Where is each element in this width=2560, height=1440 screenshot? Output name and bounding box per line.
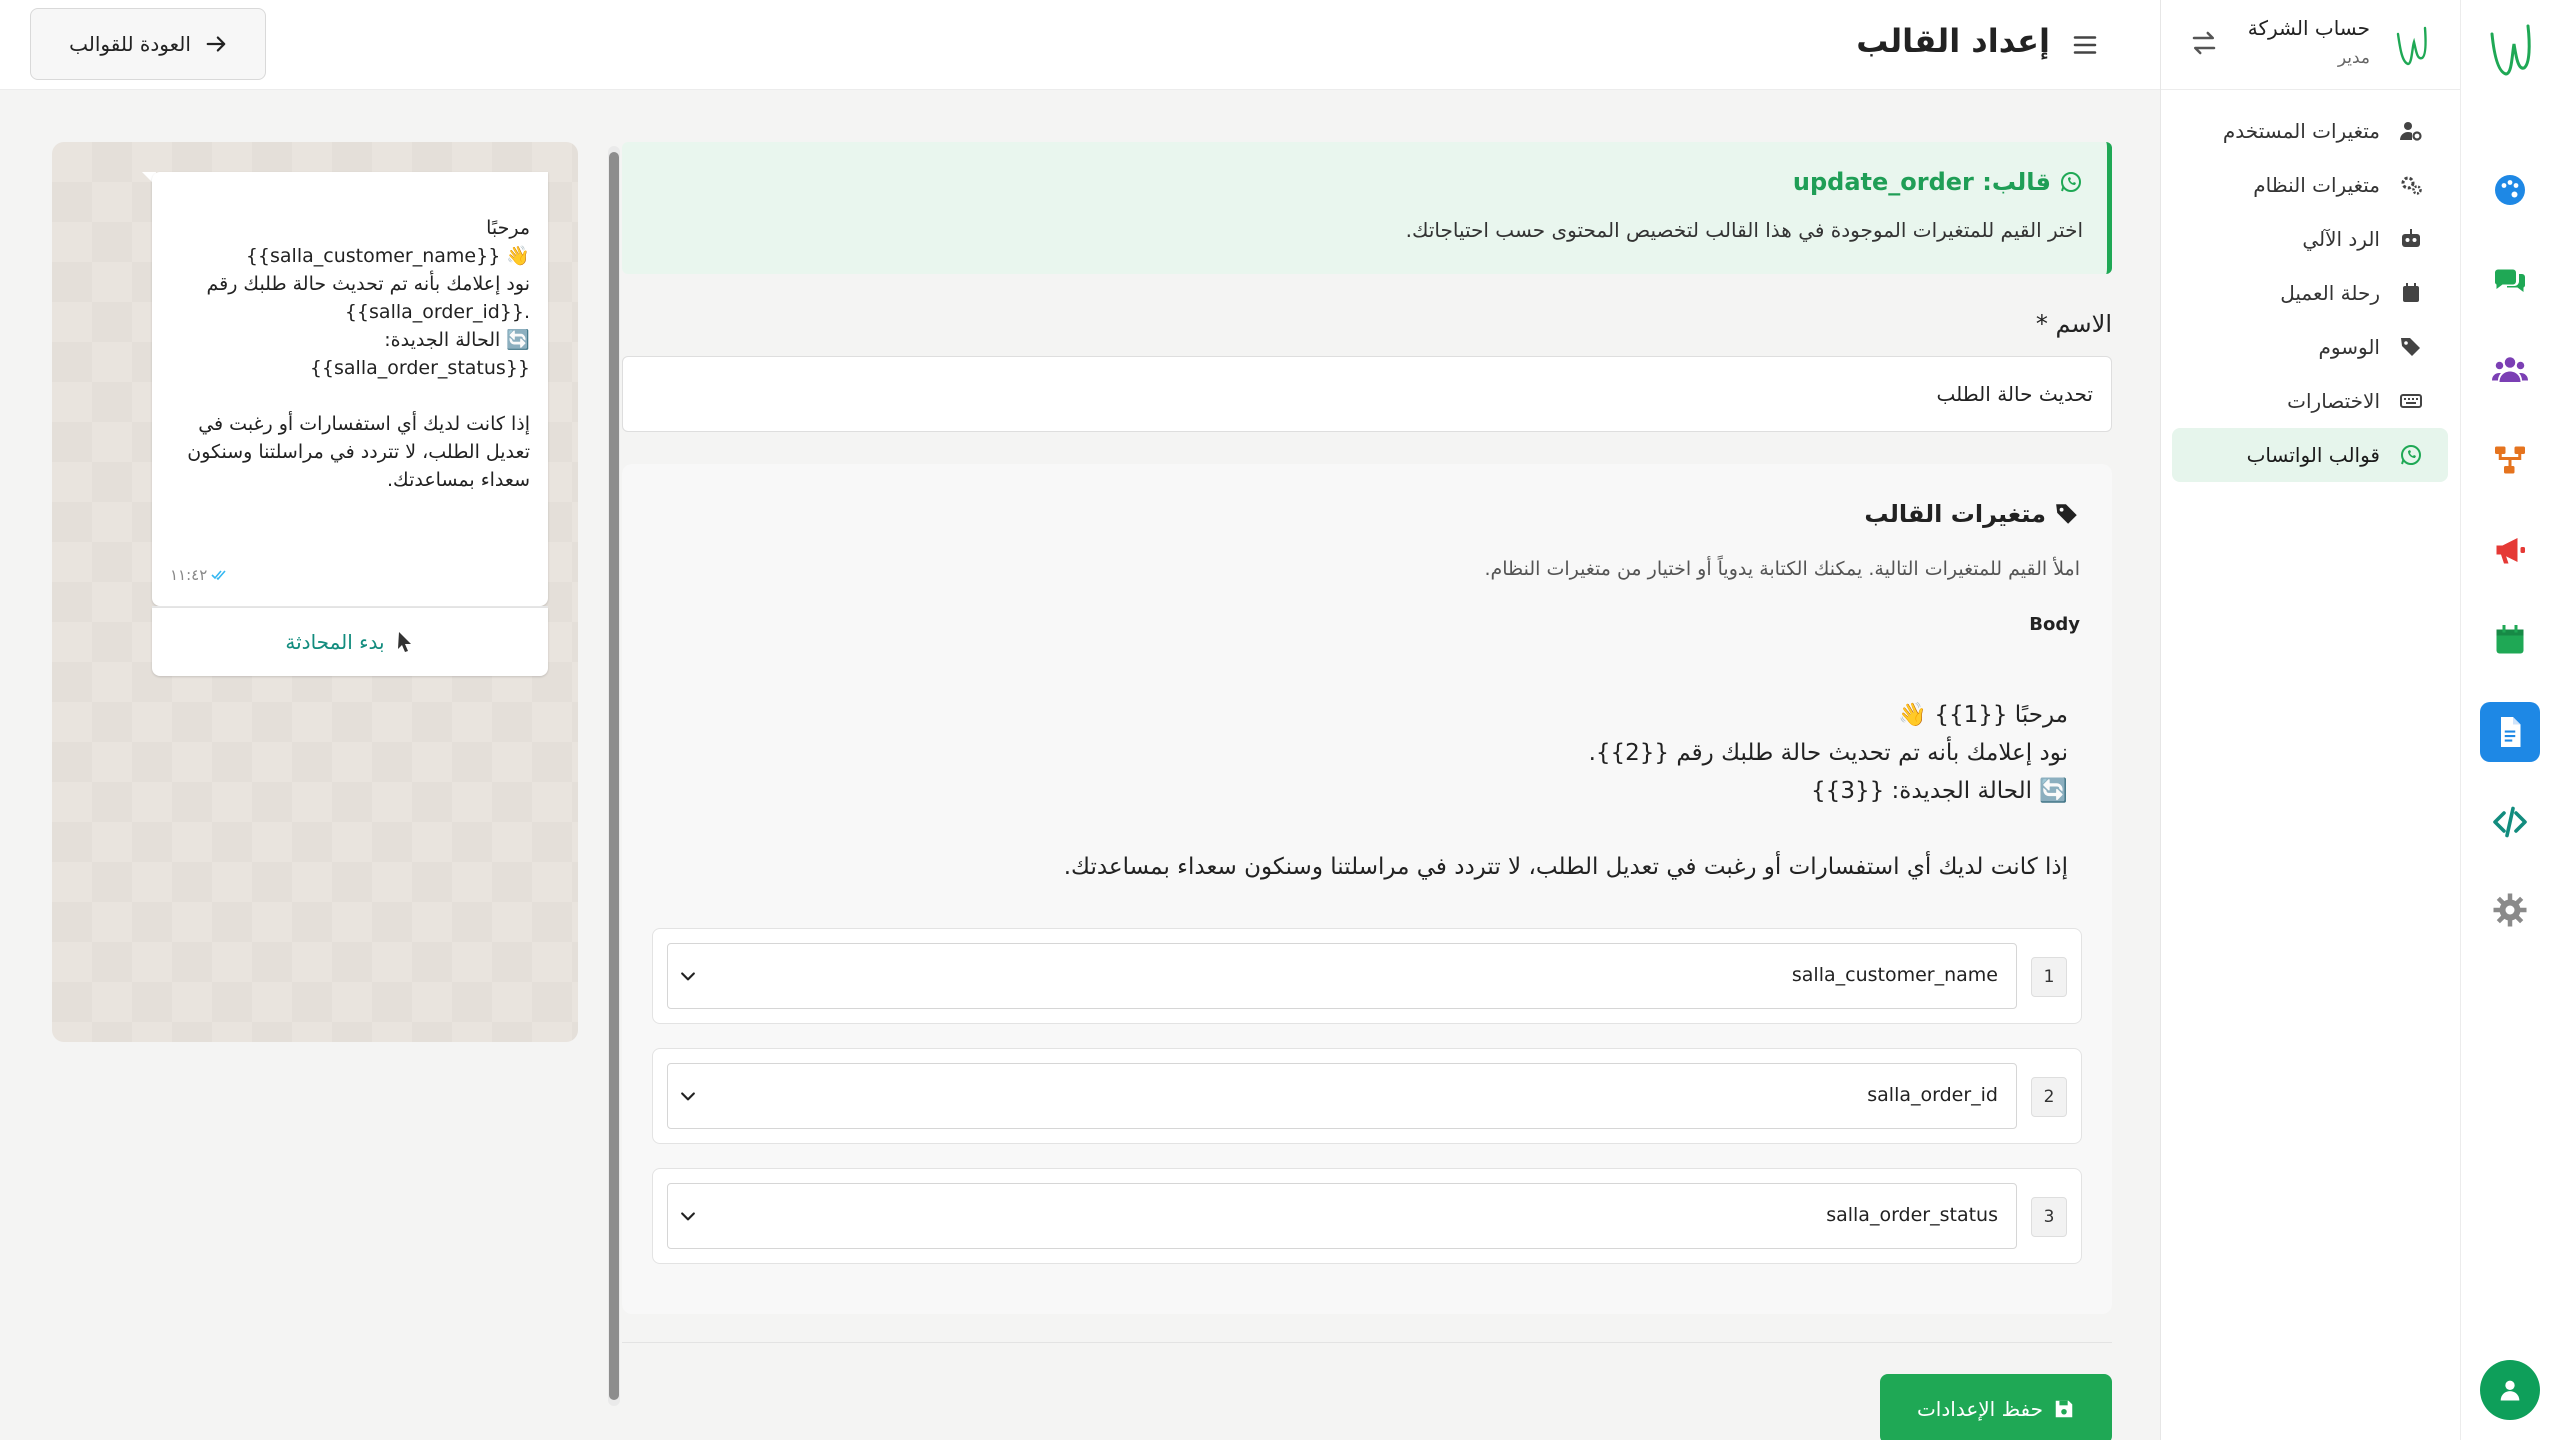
users-icon[interactable] xyxy=(2480,340,2540,400)
sidebar-item-whatsapp-templates[interactable]: قوالب الواتساب xyxy=(2172,428,2448,482)
sidebar-item-customer-journey[interactable]: رحلة العميل xyxy=(2172,266,2448,320)
chevron-down-icon xyxy=(681,972,695,981)
account-header: حساب الشركة مدير xyxy=(2161,0,2460,90)
form-divider xyxy=(622,1342,2112,1343)
tags-icon xyxy=(2396,332,2426,362)
variables-title: متغيرات القالب xyxy=(1864,500,2080,528)
variable-select[interactable]: salla_order_status xyxy=(667,1183,2017,1249)
document-icon[interactable] xyxy=(2480,702,2540,762)
sidebar-item-tags[interactable]: الوسوم xyxy=(2172,320,2448,374)
sidebar-item-label: الرد الآلي xyxy=(2302,227,2380,251)
variable-number: 3 xyxy=(2031,1197,2067,1237)
palette-icon[interactable] xyxy=(2480,160,2540,220)
template-settings-form: قالب: update_order اختر القيم للمتغيرات … xyxy=(622,142,2112,1440)
cursor-icon xyxy=(397,632,411,652)
chat-icon[interactable] xyxy=(2480,250,2540,310)
settings-icon[interactable] xyxy=(2480,880,2540,940)
alert-title-text: قالب: update_order xyxy=(1792,168,2051,196)
name-field-label: الاسم * xyxy=(2035,310,2112,338)
megaphone-icon[interactable] xyxy=(2480,520,2540,580)
sidebar-item-user-variables[interactable]: متغيرات المستخدم xyxy=(2172,104,2448,158)
template-info-alert: قالب: update_order اختر القيم للمتغيرات … xyxy=(622,142,2112,274)
account-name: حساب الشركة xyxy=(2247,16,2370,40)
user-icon xyxy=(2500,1380,2520,1401)
calendar-icon xyxy=(2396,278,2426,308)
variable-select-value: salla_order_id xyxy=(1867,1084,1998,1106)
keyboard-icon xyxy=(2396,386,2426,416)
sidebar-item-label: قوالب الواتساب xyxy=(2246,443,2380,467)
save-icon xyxy=(2055,1400,2073,1418)
main-scrollbar[interactable] xyxy=(608,146,620,1406)
flow-icon[interactable] xyxy=(2480,430,2540,490)
start-conversation-button[interactable]: بدء المحادثة xyxy=(152,608,548,676)
calendar-icon[interactable] xyxy=(2480,610,2540,670)
scrollbar-thumb[interactable] xyxy=(609,152,619,1400)
variable-row: 1 salla_customer_name xyxy=(652,928,2082,1024)
sidebar-menu: متغيرات المستخدم متغيرات النظام الرد الآ… xyxy=(2172,104,2448,482)
gears-icon xyxy=(2396,170,2426,200)
variable-row: 2 salla_order_id xyxy=(652,1048,2082,1144)
chevron-down-icon xyxy=(681,1092,695,1101)
double-check-icon xyxy=(211,570,226,581)
body-section-label: Body xyxy=(2029,614,2080,635)
user-avatar[interactable] xyxy=(2480,1360,2540,1420)
whatsapp-preview: مرحبًا 👋 {{salla_customer_name}} نود إعل… xyxy=(52,142,578,1042)
template-body-preview: مرحبًا {{1}} 👋 نود إعلامك بأنه تم تحديث … xyxy=(1063,702,2068,880)
sidebar-item-label: متغيرات النظام xyxy=(2253,173,2380,197)
account-logo xyxy=(2396,26,2427,66)
back-button-label: العودة للقوالب xyxy=(69,32,191,56)
back-to-templates-button[interactable]: العودة للقوالب xyxy=(30,8,266,80)
start-conversation-label: بدء المحادثة xyxy=(285,630,385,654)
code-icon[interactable] xyxy=(2480,792,2540,852)
message-time: ١١:٤٢ xyxy=(170,566,227,584)
message-time-text: ١١:٤٢ xyxy=(170,566,208,584)
chevron-down-icon xyxy=(681,1212,695,1221)
whatsapp-icon xyxy=(2396,440,2426,470)
sidebar-item-label: الاختصارات xyxy=(2287,389,2380,413)
top-bar: إعداد القالب العودة للقوالب xyxy=(0,0,2160,90)
variable-number: 1 xyxy=(2031,957,2067,997)
sidebar: حساب الشركة مدير متغيرات المستخدم متغيرا… xyxy=(2160,0,2460,1440)
account-role: مدير xyxy=(2337,48,2370,68)
sidebar-item-system-variables[interactable]: متغيرات النظام xyxy=(2172,158,2448,212)
tags-icon xyxy=(2056,504,2077,524)
alert-description: اختر القيم للمتغيرات الموجودة في هذا الق… xyxy=(1405,218,2083,242)
variable-row: 3 salla_order_status xyxy=(652,1168,2082,1264)
icon-rail xyxy=(2460,0,2560,1440)
message-bubble: مرحبًا 👋 {{salla_customer_name}} نود إعل… xyxy=(152,172,548,606)
page-title: إعداد القالب xyxy=(1856,22,2050,60)
save-settings-button[interactable]: حفظ الإعدادات xyxy=(1880,1374,2112,1440)
save-button-label: حفظ الإعدادات xyxy=(1916,1397,2044,1421)
arrow-right-icon xyxy=(206,36,226,52)
template-name-input[interactable] xyxy=(622,356,2112,432)
variables-description: املأ القيم للمتغيرات التالية. يمكنك الكت… xyxy=(1484,558,2080,580)
template-variables-card: متغيرات القالب املأ القيم للمتغيرات التا… xyxy=(622,464,2112,1314)
sidebar-item-label: متغيرات المستخدم xyxy=(2222,119,2380,143)
variable-select[interactable]: salla_customer_name xyxy=(667,943,2017,1009)
variables-title-text: متغيرات القالب xyxy=(1864,500,2046,528)
variable-select-value: salla_order_status xyxy=(1826,1204,1998,1226)
brand-logo xyxy=(2490,24,2531,76)
variable-select[interactable]: salla_order_id xyxy=(667,1063,2017,1129)
alert-title: قالب: update_order xyxy=(1793,168,2083,196)
menu-toggle-icon[interactable] xyxy=(2070,30,2100,60)
variable-number: 2 xyxy=(2031,1077,2067,1117)
message-text: مرحبًا 👋 {{salla_customer_name}} نود إعل… xyxy=(187,217,530,491)
sidebar-item-label: رحلة العميل xyxy=(2280,281,2380,305)
variable-select-value: salla_customer_name xyxy=(1791,964,1998,986)
switch-account-icon[interactable] xyxy=(2189,28,2219,58)
robot-icon xyxy=(2396,224,2426,254)
sidebar-item-label: الوسوم xyxy=(2318,335,2380,359)
whatsapp-icon xyxy=(2061,172,2081,192)
sidebar-item-shortcuts[interactable]: الاختصارات xyxy=(2172,374,2448,428)
sidebar-item-auto-reply[interactable]: الرد الآلي xyxy=(2172,212,2448,266)
user-gear-icon xyxy=(2396,116,2426,146)
